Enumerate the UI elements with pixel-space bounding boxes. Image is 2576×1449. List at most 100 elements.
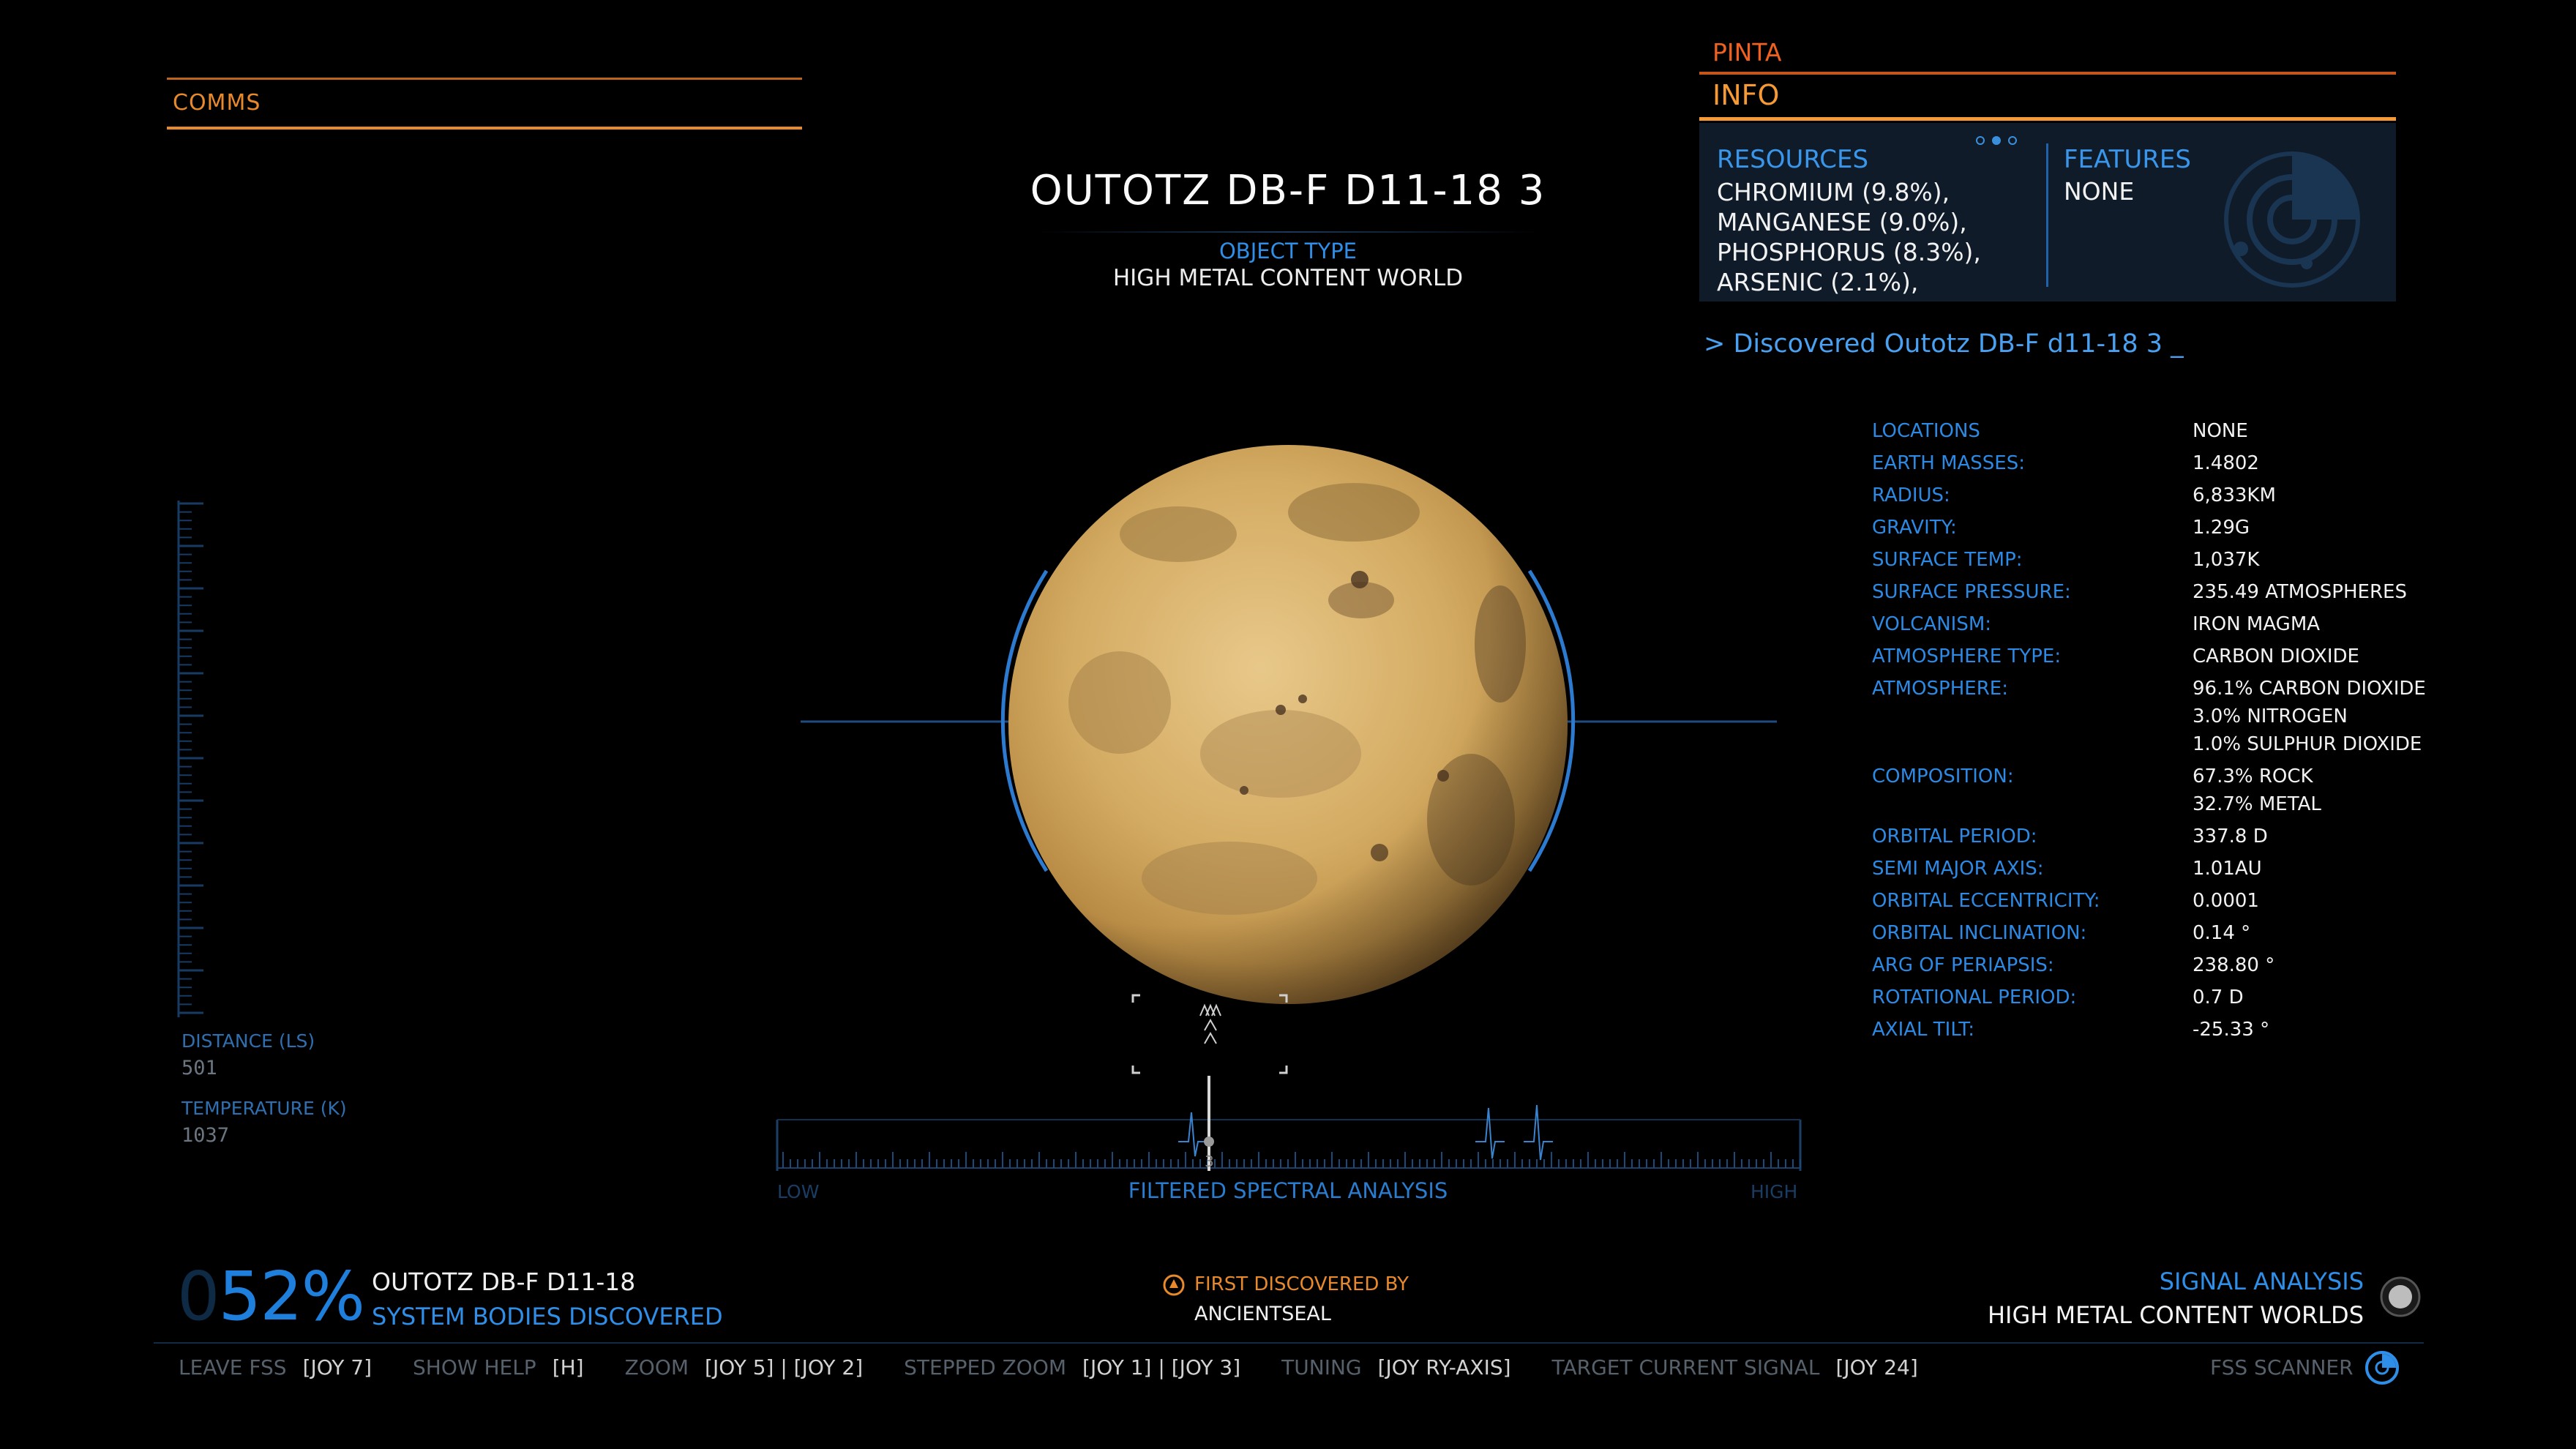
control-hint-label: SHOW HELP (413, 1355, 536, 1379)
signal-analysis-label: SIGNAL ANALYSIS (2159, 1268, 2364, 1295)
zoom-gauge (177, 501, 203, 1017)
stat-values: NONE (2193, 420, 2248, 448)
stat-row: ORBITAL ECCENTRICITY: 0.0001 (1872, 890, 2457, 918)
comms-label: COMMS (173, 90, 261, 116)
stat-row: COMPOSITION: 67.3% ROCK 32.7% METAL (1872, 765, 2457, 821)
fss-scanner-icon[interactable] (2364, 1349, 2400, 1386)
stat-values: 235.49 ATMOSPHERES (2193, 581, 2407, 609)
stat-values: 67.3% ROCK 32.7% METAL (2193, 765, 2321, 821)
tuning-needle-knob[interactable] (1204, 1137, 1214, 1147)
stat-row: SEMI MAJOR AXIS: 1.01AU (1872, 858, 2457, 886)
stat-label: SEMI MAJOR AXIS: (1872, 858, 2044, 880)
explorer-badge-icon (1163, 1274, 1185, 1296)
stat-label: COMPOSITION: (1872, 765, 2014, 787)
signal-spike (1475, 1107, 1505, 1159)
stat-row: ATMOSPHERE TYPE: CARBON DIOXIDE (1872, 645, 2457, 673)
stat-value: 1,037K (2193, 549, 2260, 571)
stat-label: ORBITAL PERIOD: (1872, 825, 2037, 847)
stat-row: RADIUS: 6,833KM (1872, 484, 2457, 512)
control-hint-key[interactable]: [H] (553, 1355, 584, 1379)
stat-label: GRAVITY: (1872, 517, 1957, 539)
stat-row: GRAVITY: 1.29G (1872, 517, 2457, 544)
stat-value: 1.0% SULPHUR DIOXIDE (2193, 733, 2422, 755)
percent-ghost-digit: 0 (177, 1257, 220, 1336)
stat-label: ORBITAL INCLINATION: (1872, 922, 2087, 944)
stat-row: SURFACE PRESSURE: 235.49 ATMOSPHERES (1872, 581, 2457, 609)
stat-value: 0.0001 (2193, 890, 2259, 912)
stat-label: EARTH MASSES: (1872, 452, 2026, 474)
radar-icon (2224, 151, 2360, 288)
stat-value: 235.49 ATMOSPHERES (2193, 581, 2407, 603)
spectral-high-label: HIGH (1751, 1181, 1798, 1202)
stat-value: 6,833KM (2193, 484, 2276, 506)
resources-list: CHROMIUM (9.8%), MANGANESE (9.0%), PHOSP… (1717, 177, 1981, 297)
stat-value: 3.0% NITROGEN (2193, 705, 2348, 727)
discovered-log: > Discovered Outotz DB-F d11-18 3 _ (1704, 329, 2184, 359)
stat-value: 337.8 D (2193, 825, 2268, 847)
stat-value: 0.14 ° (2193, 922, 2251, 944)
stat-value: 96.1% CARBON DIOXIDE (2193, 678, 2426, 700)
planet-view[interactable] (798, 410, 1778, 1054)
stat-row: ROTATIONAL PERIOD: 0.7 D (1872, 986, 2457, 1014)
stat-row: ORBITAL PERIOD: 337.8 D (1872, 825, 2457, 853)
stat-values: IRON MAGMA (2193, 613, 2320, 641)
signal-analysis-value: HIGH METAL CONTENT WORLDS (1987, 1301, 2364, 1329)
stat-row: ORBITAL INCLINATION: 0.14 ° (1872, 922, 2457, 950)
target-name: PINTA (1712, 38, 1782, 67)
temperature-value: 1037 (181, 1124, 230, 1147)
stat-values: 1.01AU (2193, 858, 2262, 886)
stat-values: 96.1% CARBON DIOXIDE 3.0% NITROGEN 1.0% SU… (2193, 678, 2426, 761)
first-discovered-name: ANCIENTSEAL (1194, 1303, 1331, 1325)
pager-dot[interactable] (1976, 136, 1985, 145)
stat-values: 0.7 D (2193, 986, 2244, 1014)
signal-spike (1524, 1104, 1553, 1161)
stat-values: 0.0001 (2193, 890, 2259, 918)
stat-label: ROTATIONAL PERIOD: (1872, 986, 2077, 1008)
control-hints: LEAVE FSS [JOY 7] SHOW HELP [H] ZOOM [JOY 5] … (179, 1355, 1959, 1379)
stat-values: 1.29G (2193, 517, 2250, 544)
stat-row: SURFACE TEMP: 1,037K (1872, 549, 2457, 577)
temperature-label: TEMPERATURE (K) (181, 1098, 347, 1119)
stat-row: EARTH MASSES: 1.4802 (1872, 452, 2457, 480)
stat-value: 67.3% ROCK (2193, 765, 2313, 787)
stat-label: VOLCANISM: (1872, 613, 1992, 635)
features-label: FEATURES (2064, 145, 2192, 174)
distance-label: DISTANCE (LS) (181, 1030, 315, 1052)
pager-dot-active[interactable] (1992, 136, 2001, 145)
stat-values: 1,037K (2193, 549, 2259, 577)
stat-value: IRON MAGMA (2193, 613, 2321, 635)
spectral-low-label: LOW (777, 1181, 820, 1202)
control-hint-label: STEPPED ZOOM (904, 1355, 1067, 1379)
control-hint-key[interactable]: [JOY 5] | [JOY 2] (705, 1355, 863, 1379)
percent-value: 52% (218, 1257, 365, 1336)
info-divider (1699, 117, 2396, 121)
first-discovered-label: FIRST DISCOVERED BY (1194, 1273, 1409, 1295)
system-name: OUTOTZ DB-F D11-18 (372, 1268, 636, 1296)
stat-label: ORBITAL ECCENTRICITY: (1872, 890, 2100, 912)
spectral-title: FILTERED SPECTRAL ANALYSIS (1128, 1178, 1448, 1203)
info-tab[interactable]: INFO (1712, 79, 1779, 111)
control-hint-key[interactable]: [JOY RY-AXIS] (1378, 1355, 1511, 1379)
stat-value: -25.33 ° (2193, 1019, 2270, 1041)
control-hint-key[interactable]: [JOY 1] | [JOY 3] (1082, 1355, 1240, 1379)
control-hint-key[interactable]: [JOY 7] (303, 1355, 372, 1379)
pager-dot[interactable] (2008, 136, 2017, 145)
resource-item: ARSENIC (2.1%), (1717, 268, 1919, 296)
stat-values: -25.33 ° (2193, 1019, 2269, 1046)
signal-knob-icon[interactable] (2380, 1276, 2421, 1317)
stat-label: ATMOSPHERE TYPE: (1872, 645, 2062, 667)
stat-value: 1.4802 (2193, 452, 2259, 474)
control-hint-key[interactable]: [JOY 24] (1836, 1355, 1918, 1379)
object-type-value: HIGH METAL CONTENT WORLD (1112, 265, 1464, 291)
stat-label: LOCATIONS (1872, 420, 1980, 442)
stat-row: LOCATIONS NONE (1872, 420, 2457, 448)
stat-values: 337.8 D (2193, 825, 2268, 853)
stat-values: 6,833KM (2193, 484, 2276, 512)
stat-value: 238.80 ° (2193, 954, 2275, 976)
resources-label: RESOURCES (1717, 145, 1869, 174)
stat-row: AXIAL TILT: -25.33 ° (1872, 1019, 2457, 1046)
stat-row: ARG OF PERIAPSIS: 238.80 ° (1872, 954, 2457, 982)
stat-value: NONE (2193, 420, 2248, 442)
stat-label: SURFACE TEMP: (1872, 549, 2023, 571)
resource-item: CHROMIUM (9.8%), (1717, 178, 1950, 206)
